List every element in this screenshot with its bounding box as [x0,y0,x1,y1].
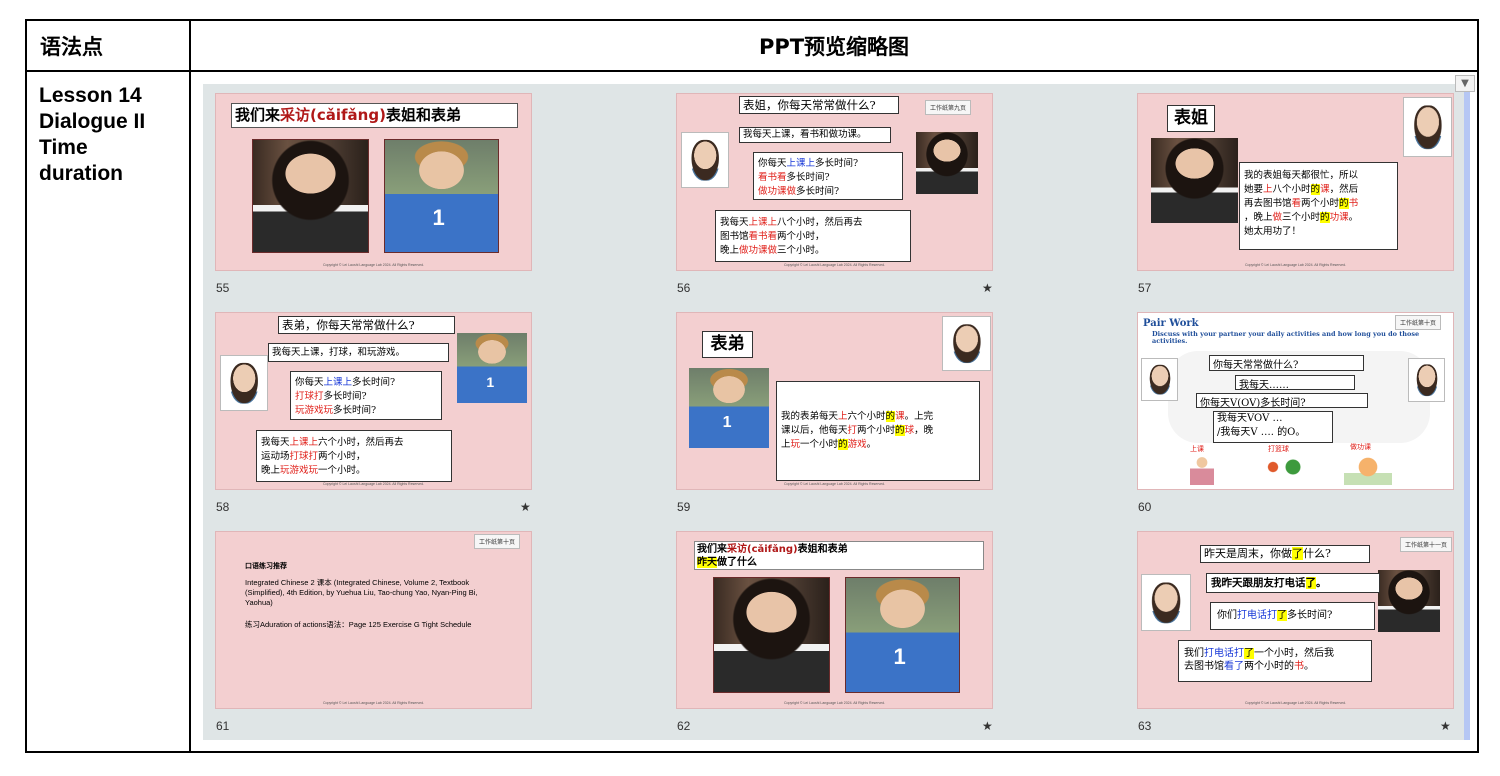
cousin-avatar [1408,358,1445,402]
question-bubble: 表姐，你每天常常做什么? [739,96,899,114]
boy-photo: 1 [845,577,960,693]
slide-thumbnail-60[interactable]: 工作纸第十页 Pair Work Discuss with your partn… [1137,312,1454,490]
star-icon[interactable]: ★ [982,281,993,295]
boy-photo: 1 [689,368,769,448]
basketball-illustration [1258,455,1308,485]
dialogue-line: 你每天常常做什么? [1209,355,1364,371]
homework-illustration [1344,455,1392,485]
practice-exercise: 练习Aduration of actions语法：Page 125 Exerci… [245,620,472,629]
column-divider [189,21,191,751]
slide-number: 61 [216,719,230,733]
slide-thumbnail-63[interactable]: 工作纸第十一页 昨天是周末，你做了什么? 我昨天跟朋友打电话了。 你们打电话打了… [1137,531,1454,709]
boy-photo: 1 [384,139,499,253]
slide-thumbnail-62[interactable]: 我们来采访(cǎifǎng)表姐和表弟 昨天做了什么 1 Copyright ©… [676,531,993,709]
slide-number: 63 [1138,719,1152,733]
question-bubble: 表弟，你每天常常做什么? [278,316,455,334]
question-list-bubble: 你每天上课上多长时间? 打球打多长时间? 玩游戏玩多长时间? [290,371,442,420]
header-ppt-preview: PPT预览缩略图 [758,35,910,59]
answer-bubble: 我昨天跟朋友打电话了。 [1206,573,1380,593]
worksheet-tag: 工作纸第十页 [1395,315,1442,330]
girl-photo [1378,570,1440,632]
caption-homework: 做功课 [1350,443,1371,451]
slide-number: 58 [216,500,230,514]
cousin-avatar [1141,574,1191,631]
star-icon[interactable]: ★ [1440,719,1451,733]
copyright-text: Copyright © Lei Laoshi Language Lab 2024… [1244,701,1347,705]
slide-thumbnail-61[interactable]: 工作纸第十页 口语练习推荐 Integrated Chinese 2 课本 (I… [215,531,532,709]
copyright-text: Copyright © Lei Laoshi Language Lab 2024… [783,701,886,705]
girl-photo [916,132,978,194]
copyright-text: Copyright © Lei Laoshi Language Lab 2024… [783,482,886,486]
question-bubble: 你们打电话打了多长时间? [1210,602,1375,630]
copyright-text: Copyright © Lei Laoshi Language Lab 2024… [322,482,425,486]
star-icon[interactable]: ★ [520,500,531,514]
slide-title: 我们来采访(cǎifǎng)表姐和表弟 昨天做了什么 [694,541,984,570]
vertical-scrollbar[interactable] [1464,84,1470,740]
slide-thumbnail-59[interactable]: 表弟 1 我的表弟每天上六个小时的课。上完 课以后，他每天打两个小时的球，晚 上… [676,312,993,490]
lesson-line: Dialogue II [39,110,146,133]
question-bubble: 昨天是周末，你做了什么? [1200,545,1370,563]
answer-paragraph-bubble: 我每天上课上八个小时，然后再去 图书馆看书看两个小时， 晚上做功课做三个小时。 [715,210,911,262]
slide-thumbnail-57[interactable]: 表姐 我的表姐每天都很忙，所以 她要上八个小时的课，然后 再去图书馆看两个小时的… [1137,93,1454,271]
worksheet-tag: 工作纸第十一页 [1400,537,1453,552]
cousin-avatar [1403,97,1452,157]
copyright-text: Copyright © Lei Laoshi Language Lab 2024… [322,701,425,705]
slide-thumbnail-55[interactable]: 我们来采访(cǎifǎng)表姐和表弟 1 Copyright © Lei La… [215,93,532,271]
slide-number: 55 [216,281,230,295]
worksheet-tag: 工作纸第十页 [474,534,521,549]
lesson-line: Time [39,136,88,159]
pair-work-instruction: Discuss with your partner your daily act… [1152,330,1420,346]
copyright-text: Copyright © Lei Laoshi Language Lab 2024… [783,263,886,267]
slide-number: 56 [677,281,691,295]
slide-thumbnail-58[interactable]: 表弟，你每天常常做什么? 我每天上课，打球，和玩游戏。 1 你每天上课上多长时间… [215,312,532,490]
study-illustration [1190,455,1214,485]
question-list-bubble: 你每天上课上多长时间? 看书看多长时间? 做功课做多长时间? [753,152,903,200]
cousin-avatar [1141,358,1178,401]
header-grammar-point: 语法点 [40,35,103,59]
description-bubble: 我的表弟每天上六个小时的课。上完 课以后，他每天打两个小时的球，晚 上玩一个小时… [776,381,980,481]
slide-thumbnail-56[interactable]: 工作纸第九页 表姐，你每天常常做什么? 我每天上课，看书和做功课。 你每天上课上… [676,93,993,271]
boy-photo: 1 [457,333,527,403]
answer-bubble: 我每天上课，看书和做功课。 [739,127,891,143]
slide-title: 我们来采访(cǎifǎng)表姐和表弟 [231,103,518,128]
copyright-text: Copyright © Lei Laoshi Language Lab 2024… [1244,263,1347,267]
girl-photo [252,139,369,253]
scroll-up-icon[interactable]: ▼ [1455,75,1475,92]
caption-class: 上课 [1190,445,1204,453]
girl-photo [1151,138,1238,223]
worksheet-tag: 工作纸第九页 [925,100,972,115]
dialogue-line: 我每天VOV … /我每天V …. 的O。 [1213,411,1333,443]
answer-paragraph-bubble: 我每天上课上六个小时，然后再去 运动场打球打两个小时， 晚上玩游戏玩一个小时。 [256,430,452,482]
cousin-avatar [942,316,991,371]
slide-number: 62 [677,719,691,733]
oral-practice-heading: 口语练习推荐 [245,563,287,570]
girl-photo [713,577,830,693]
textbook-reference: Integrated Chinese 2 课本 (Integrated Chin… [245,578,478,607]
slide-number: 57 [1138,281,1152,295]
star-icon[interactable]: ★ [982,719,993,733]
dialogue-line: 你每天V(OV)多长时间? [1196,393,1368,409]
slide-number: 59 [677,500,691,514]
pair-work-title: Pair Work [1143,318,1199,329]
caption-basketball: 打篮球 [1268,445,1289,453]
slide-title: 表姐 [1167,105,1215,132]
answer-paragraph-bubble: 我们打电话打了一个小时，然后我 去图书馆看了两个小时的书。 [1178,640,1372,682]
lesson-label: Lesson 14 Dialogue II Time duration [39,83,145,187]
answer-bubble: 我每天上课，打球，和玩游戏。 [268,343,449,362]
header-divider [27,70,1477,72]
description-bubble: 我的表姐每天都很忙，所以 她要上八个小时的课，然后 再去图书馆看两个小时的书 ，… [1239,162,1398,250]
cousin-avatar [681,132,729,188]
copyright-text: Copyright © Lei Laoshi Language Lab 2024… [322,263,425,267]
lesson-line: Lesson 14 [39,84,142,107]
dialogue-line: 我每天…… [1235,375,1355,391]
lesson-line: duration [39,162,123,185]
cousin-avatar [220,355,268,411]
slide-title: 表弟 [702,331,753,358]
slide-number: 60 [1138,500,1152,514]
